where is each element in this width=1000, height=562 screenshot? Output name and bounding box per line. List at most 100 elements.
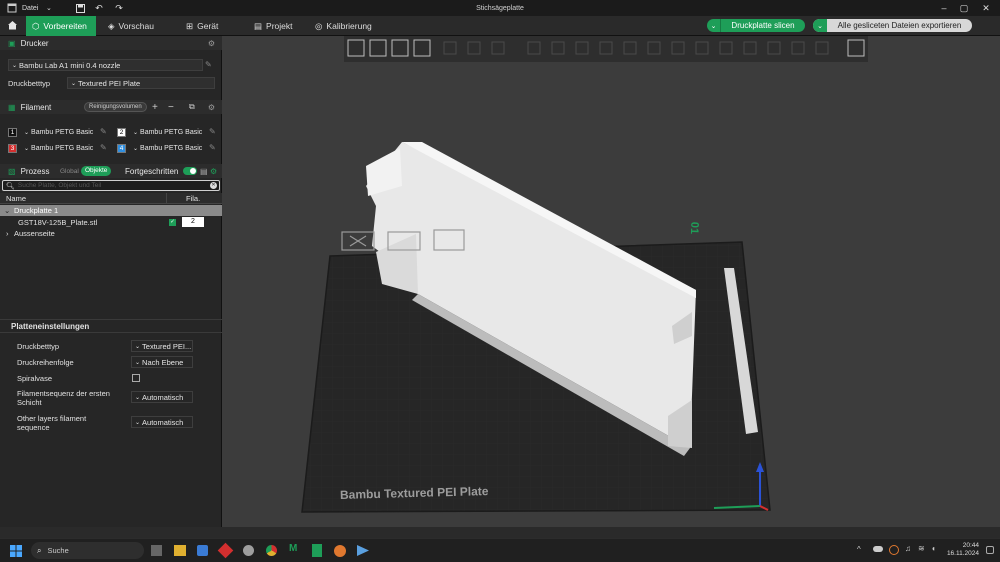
- export-sliced-button[interactable]: ⌄ Alle gesliceten Dateien exportieren: [813, 19, 972, 32]
- printer-select[interactable]: ⌄ Bambu Lab A1 mini 0.4 nozzle: [8, 59, 203, 71]
- global-toggle[interactable]: Global: [60, 168, 79, 175]
- chevron-down-icon: ⌄: [133, 145, 139, 152]
- purge-volume-button[interactable]: Reinigungsvolumen: [84, 102, 147, 112]
- clock[interactable]: 20:44 16.11.2024: [945, 542, 979, 558]
- bed-type-setting-select[interactable]: ⌄ Textured PEI...: [131, 340, 193, 352]
- expand-icon[interactable]: ⌄: [4, 206, 10, 215]
- tray-chevron-icon[interactable]: ^: [857, 545, 861, 554]
- setting-value: Automatisch: [142, 392, 184, 402]
- outside-row-label: Aussenseite: [14, 229, 55, 238]
- app-m-icon[interactable]: M: [289, 543, 297, 554]
- bambu-studio-icon[interactable]: [312, 544, 322, 557]
- tab-project[interactable]: ▤ Projekt: [248, 16, 299, 36]
- volume-icon[interactable]: ◖: [931, 544, 936, 553]
- expand-icon[interactable]: ›: [6, 229, 9, 238]
- filament-select-4[interactable]: ⌄ Bambu PETG Basic: [130, 142, 206, 154]
- filament-select-2[interactable]: ⌄ Bambu PETG Basic: [130, 126, 206, 138]
- preview-icon: ◈: [108, 20, 115, 31]
- chevron-down-icon[interactable]: ⌄: [813, 19, 827, 32]
- filament-slot-number[interactable]: 1: [8, 128, 17, 137]
- notification-icon[interactable]: [986, 546, 994, 554]
- printer-value: Bambu Lab A1 mini 0.4 nozzle: [19, 60, 121, 70]
- add-icon[interactable]: +: [152, 102, 158, 113]
- tab-label: Gerät: [197, 21, 219, 31]
- file-menu[interactable]: Datei: [22, 0, 38, 16]
- edit-icon[interactable]: ✎: [205, 60, 212, 69]
- windows-start-icon[interactable]: [10, 545, 22, 557]
- edit-icon[interactable]: ✎: [209, 127, 216, 136]
- edit-icon[interactable]: ✎: [100, 127, 107, 136]
- setting-label: Filamentsequenz der ersten Schicht: [17, 389, 110, 407]
- filament-slot-number[interactable]: 3: [8, 144, 17, 153]
- tab-prepare[interactable]: ⬡ Vorbereiten: [26, 16, 96, 36]
- object-search-input[interactable]: 🔍︎ Suche Platte, Objekt und Teil ✕: [2, 180, 220, 191]
- clear-icon[interactable]: ✕: [210, 182, 217, 189]
- first-layer-sequence-select[interactable]: ⌄ Automatisch: [131, 391, 193, 403]
- filament-select-1[interactable]: ⌄ Bambu PETG Basic: [21, 126, 97, 138]
- spiral-vase-checkbox[interactable]: [132, 374, 140, 382]
- chevron-down-icon[interactable]: ⌄: [707, 19, 721, 32]
- setting-label: Druckbetttyp: [17, 342, 60, 351]
- settings-icon[interactable]: ⚙: [208, 39, 215, 48]
- object-row-label: GST18V-125B_Plate.stl: [18, 218, 98, 227]
- settings-icon[interactable]: ⚙: [208, 103, 215, 112]
- taskbar-search[interactable]: ⌕ Suche: [31, 542, 144, 559]
- filament-column-header[interactable]: Fila.: [186, 194, 200, 203]
- tab-calibration[interactable]: ◎ Kalibrierung: [309, 16, 378, 36]
- maximize-icon[interactable]: ▢: [958, 0, 970, 16]
- wifi-icon[interactable]: ≋: [918, 544, 925, 553]
- object-row[interactable]: GST18V-125B_Plate.stl ✓ 2: [0, 217, 222, 228]
- edit-icon[interactable]: ✎: [100, 143, 107, 152]
- home-button[interactable]: [0, 16, 24, 36]
- save-icon[interactable]: [74, 0, 86, 16]
- bed-type-select[interactable]: ⌄ Textured PEI Plate: [67, 77, 215, 89]
- chevron-down-icon: ⌄: [135, 394, 141, 401]
- objects-toggle[interactable]: Objekte: [81, 166, 112, 176]
- file-explorer-icon[interactable]: [174, 545, 186, 556]
- filament-name: Bambu PETG Basic: [140, 144, 203, 152]
- headset-icon[interactable]: ♫: [905, 544, 911, 553]
- redo-icon[interactable]: ↷: [113, 0, 125, 16]
- cloud-icon[interactable]: [873, 546, 883, 552]
- sync-icon[interactable]: ⧉: [189, 102, 195, 112]
- chrome-icon[interactable]: [266, 545, 277, 556]
- other-layers-sequence-select[interactable]: ⌄ Automatisch: [131, 416, 193, 428]
- minimize-icon[interactable]: –: [938, 0, 950, 16]
- app-blue-icon[interactable]: [357, 545, 369, 556]
- filament-select-3[interactable]: ⌄ Bambu PETG Basic: [21, 142, 97, 154]
- windows-taskbar: ⌕ Suche M ^ ♫ ≋ ◖ 20:44 16.11.2024: [0, 538, 1000, 562]
- app-logo-icon: [6, 0, 18, 16]
- setting-value: Nach Ebene: [142, 357, 184, 367]
- remove-icon[interactable]: −: [168, 102, 174, 113]
- plate-row[interactable]: ⌄ Druckplatte 1: [0, 205, 222, 216]
- list-icon[interactable]: ▤: [200, 167, 208, 176]
- slice-plate-button[interactable]: ⌄ Druckplatte slicen: [707, 19, 805, 32]
- tab-device[interactable]: ⊞ Gerät: [180, 16, 224, 36]
- outside-row[interactable]: › Aussenseite: [0, 228, 222, 239]
- store-icon[interactable]: [197, 545, 208, 556]
- tab-preview[interactable]: ◈ Vorschau: [102, 16, 160, 36]
- name-column-header[interactable]: Name: [6, 194, 26, 203]
- tray-app-icon[interactable]: [889, 545, 899, 555]
- filament-heading: Filament: [20, 102, 52, 112]
- chevron-down-icon[interactable]: ⌄: [46, 0, 52, 16]
- 3d-viewport[interactable]: Bambu Textured PEI Plate 01: [222, 36, 1000, 527]
- advanced-switch[interactable]: [183, 167, 197, 175]
- task-view-icon[interactable]: [151, 545, 162, 556]
- filament-slot-number[interactable]: 2: [117, 128, 126, 137]
- edit-icon[interactable]: ✎: [209, 143, 216, 152]
- settings-app-icon[interactable]: [243, 545, 254, 556]
- app-red-icon[interactable]: [217, 542, 234, 559]
- tune-icon[interactable]: ⚙: [210, 167, 217, 176]
- close-icon[interactable]: ✕: [980, 0, 992, 16]
- object-filament-value[interactable]: 2: [182, 217, 204, 227]
- tab-label: Projekt: [266, 21, 293, 31]
- app-orange-icon[interactable]: [334, 545, 346, 557]
- printer-section-header: ▣ Drucker ⚙: [0, 36, 222, 50]
- filament-slot-number[interactable]: 4: [117, 144, 126, 153]
- undo-icon[interactable]: ↶: [93, 0, 105, 16]
- calibration-icon: ◎: [315, 20, 323, 31]
- print-sequence-select[interactable]: ⌄ Nach Ebene: [131, 356, 193, 368]
- object-visible-checkbox[interactable]: ✓: [169, 219, 176, 226]
- tab-label: Kalibrierung: [326, 21, 372, 31]
